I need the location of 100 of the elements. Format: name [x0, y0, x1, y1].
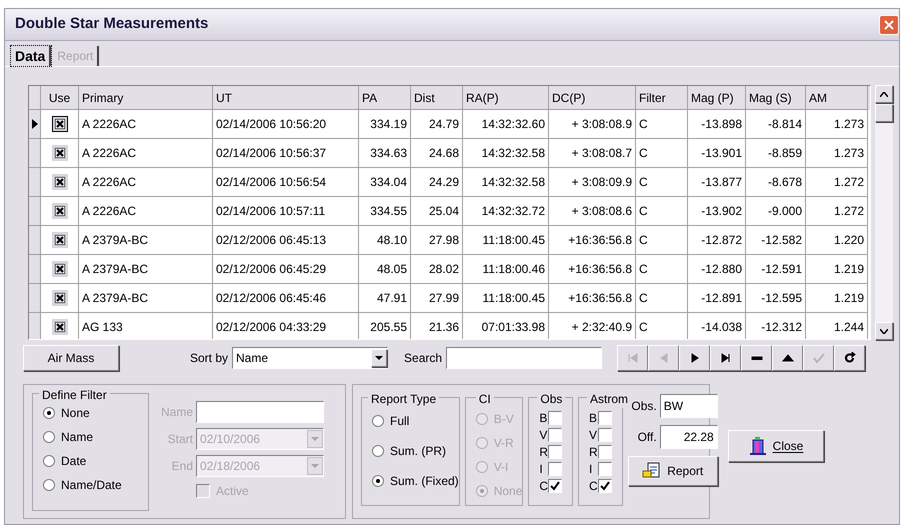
column-header[interactable]: Dist	[411, 86, 463, 110]
table-cell: 1.244	[806, 313, 868, 339]
offset-field[interactable]: 22.28	[660, 425, 718, 449]
column-header[interactable]: Mag (S)	[746, 86, 806, 110]
column-header[interactable]: Filter	[636, 86, 688, 110]
report-button[interactable]: Report	[628, 456, 718, 486]
offset-label: Off.	[638, 429, 657, 446]
checkbox[interactable]	[548, 428, 562, 442]
scroll-up-button[interactable]	[875, 85, 893, 103]
column-header[interactable]: Primary	[79, 86, 213, 110]
checkbox[interactable]	[598, 410, 612, 424]
name-field[interactable]	[196, 401, 324, 423]
sort-by-dropdown[interactable]: Name	[232, 347, 388, 369]
filter-letter: I	[589, 460, 592, 478]
table-cell: -13.877	[688, 168, 746, 197]
table-cell: 24.79	[411, 110, 463, 139]
use-checkbox[interactable]	[52, 232, 68, 248]
column-header[interactable]: Mag (P)	[688, 86, 746, 110]
option-label: Sum. (Fixed)	[390, 473, 459, 490]
column-header[interactable]: PA	[359, 86, 411, 110]
table-cell: + 3:08:08.7	[549, 139, 636, 168]
checkbox[interactable]	[548, 478, 562, 492]
search-field[interactable]	[446, 347, 602, 369]
table-cell: -9.000	[746, 197, 806, 226]
table-cell: 1.272	[806, 197, 868, 226]
option-label: B-V	[494, 411, 514, 428]
observer-field[interactable]: BW	[660, 394, 718, 418]
table-cell: 47.91	[359, 284, 411, 313]
checkbox[interactable]	[598, 444, 612, 458]
refresh-icon[interactable]	[834, 345, 866, 371]
use-checkbox[interactable]	[52, 261, 68, 277]
use-checkbox[interactable]	[52, 174, 68, 190]
air-mass-button[interactable]: Air Mass	[23, 345, 119, 371]
table-cell: 21.36	[411, 313, 463, 339]
table-cell: -14.038	[688, 313, 746, 339]
radio-button[interactable]	[43, 479, 55, 491]
table-cell: 02/14/2006 10:56:54	[213, 168, 359, 197]
radio-button[interactable]	[372, 475, 384, 487]
table-cell: C	[636, 139, 688, 168]
radio-button[interactable]	[43, 431, 55, 443]
use-checkbox[interactable]	[52, 203, 68, 219]
radio-button[interactable]	[43, 455, 55, 467]
table-cell: 02/14/2006 10:56:20	[213, 110, 359, 139]
column-header[interactable]: AM	[806, 86, 868, 110]
tab[interactable]: Data	[11, 46, 52, 66]
close-button[interactable]: Close	[728, 430, 824, 462]
next-icon[interactable]	[679, 345, 710, 371]
column-header[interactable]: UT	[213, 86, 359, 110]
table-cell: -12.880	[688, 255, 746, 284]
filter-letter: C	[589, 478, 598, 494]
report-document-icon	[642, 462, 662, 480]
use-checkbox[interactable]	[52, 319, 68, 335]
column-header[interactable]: RA(P)	[463, 86, 549, 110]
table-cell: 07:01:33.98	[463, 313, 549, 339]
use-checkbox[interactable]	[52, 116, 68, 132]
table-cell: A 2226AC	[79, 110, 213, 139]
filter-letter: V	[539, 426, 548, 444]
down-chevron-icon	[880, 328, 888, 334]
radio-button[interactable]	[372, 415, 384, 427]
checkbox[interactable]	[548, 462, 562, 476]
radio-button[interactable]	[372, 445, 384, 457]
column-header[interactable]: Use	[41, 86, 79, 110]
table-cell: +16:36:56.8	[549, 284, 636, 313]
table-cell: -12.582	[746, 226, 806, 255]
table-cell: 1.219	[806, 255, 868, 284]
radio-button[interactable]	[43, 407, 55, 419]
use-checkbox[interactable]	[52, 290, 68, 306]
table-cell: 334.04	[359, 168, 411, 197]
option-label: Name/Date	[61, 477, 122, 494]
minus-icon[interactable]	[741, 345, 772, 371]
table-cell: + 3:08:09.9	[549, 168, 636, 197]
table-cell: -13.898	[688, 110, 746, 139]
up-chevron-icon	[880, 92, 888, 96]
filter-letter: I	[539, 460, 543, 478]
table-cell: 1.272	[806, 168, 868, 197]
table-cell: 14:32:32.72	[463, 197, 549, 226]
table-cell: 14:32:32.60	[463, 110, 549, 139]
last-record-icon[interactable]	[710, 345, 742, 371]
checkbox[interactable]	[598, 462, 612, 476]
scroll-down-button[interactable]	[875, 322, 893, 340]
scrollbar[interactable]	[875, 85, 893, 340]
table-cell: -12.312	[746, 313, 806, 339]
checkbox[interactable]	[548, 410, 562, 424]
checkbox[interactable]	[598, 428, 612, 442]
table-cell: C	[636, 226, 688, 255]
filter-letter: B	[589, 410, 598, 426]
table-cell: +16:36:56.8	[549, 255, 636, 284]
close-icon[interactable]	[879, 14, 899, 34]
table-cell: 02/12/2006 04:33:29	[213, 313, 359, 339]
column-header[interactable]: DC(P)	[549, 86, 636, 110]
checkbox[interactable]	[598, 478, 612, 492]
option-label: Name	[61, 429, 94, 446]
table-cell: A 2226AC	[79, 139, 213, 168]
scroll-thumb[interactable]	[875, 104, 893, 122]
table-cell: A 2226AC	[79, 168, 213, 197]
checkbox[interactable]	[548, 444, 562, 458]
use-checkbox[interactable]	[52, 145, 68, 161]
option-label: None	[61, 405, 90, 422]
option-label: None	[494, 483, 522, 500]
table-cell: 02/14/2006 10:57:11	[213, 197, 359, 226]
